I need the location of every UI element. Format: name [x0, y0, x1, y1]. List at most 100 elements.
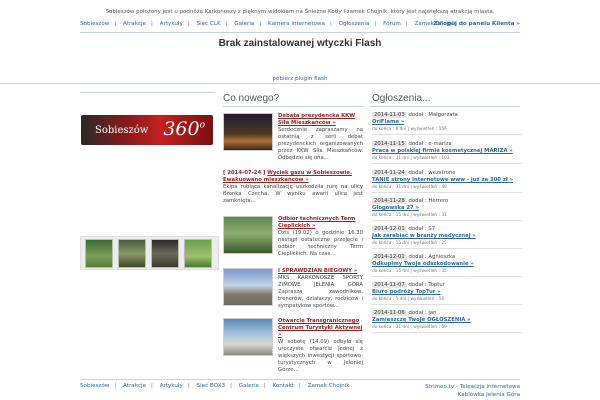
ad-item: 2014-11-06 dodał : jan Zamieszczę Twoje …: [372, 310, 522, 333]
footer-nav-atrakcje[interactable]: Atrakcje: [123, 383, 146, 389]
ad-title[interactable]: Praca w polskiej firmie kosmetycznej MAR…: [372, 148, 522, 155]
ad-author: dodał : Herrero: [408, 198, 449, 204]
ad-stats: do końca : 31 dni | wyświetleń : 49: [372, 184, 522, 193]
ad-date: 2014-11-15: [372, 141, 407, 147]
ad-item: 2014-11-24 dodał : wezstrone TANIE stron…: [372, 170, 522, 193]
footer-separator: |: [151, 383, 153, 389]
news-image-4[interactable]: [223, 318, 273, 356]
news-image-2[interactable]: [223, 216, 273, 254]
ad-stats: do końca : 15 dni | wyświetleń : 31: [372, 212, 522, 221]
ad-author: dodał : Małgorzata: [408, 112, 458, 118]
footer-separator: |: [263, 383, 266, 389]
footer-nav-siec-box3[interactable]: Sieć BOX3: [197, 383, 226, 389]
footer-strimeo-link[interactable]: Strimeo.tv - Telewizja internetowa: [425, 383, 520, 391]
footer-nav-sobieszow[interactable]: Sobieszów: [80, 383, 109, 389]
ad-date: 2014-11-28: [372, 198, 407, 204]
ads-heading: Ogłoszenia...: [372, 93, 431, 104]
news-item: [ 2014-07-24 ] Wyciek gazu w Sobieszowie…: [223, 170, 363, 205]
nav-separator: |: [225, 21, 228, 27]
ads-divider: [370, 106, 520, 107]
flash-download-link-row: pobierz plugin flash: [0, 76, 600, 84]
news-body: W sobotę (14.09) odbyło się uroczyste ot…: [278, 339, 363, 373]
ad-stats: do końca : 15 dni | wyświetleń : 25: [372, 240, 522, 249]
ad-author: dodał : Agnieszka: [408, 254, 456, 260]
ad-date: 2014-12-01: [372, 226, 407, 232]
ad-stats: do końca : 8 dni | wyświetleń : 156: [372, 126, 522, 135]
flash-download-link[interactable]: pobierz plugin flash: [272, 76, 327, 82]
footer-separator: |: [114, 383, 117, 389]
panorama-360-banner[interactable]: Sobieszów 360o: [81, 115, 213, 145]
ad-author: dodał : jan: [408, 310, 437, 316]
nav-separator: |: [187, 21, 190, 27]
ad-title[interactable]: Jak zarabiać w branży medycznej »: [372, 233, 522, 240]
nav-artykuly[interactable]: Artykuły: [160, 21, 183, 27]
ad-date: 2014-12-01: [372, 254, 407, 260]
news-title[interactable]: Debata prezydencka KKW Siła Mieszkańców …: [278, 113, 363, 127]
news-item: Odbiór technicznych Term Cieplickich » D…: [278, 216, 363, 258]
ad-author: dodał : Toptur: [408, 282, 445, 288]
gallery-thumb-2[interactable]: [118, 239, 146, 268]
news-title[interactable]: Otwarcie Transgranicznego Centrum Turyst…: [278, 318, 363, 339]
gallery-thumb-1[interactable]: [85, 239, 113, 268]
site-tagline: Sobieszów położony jest u podnóża Karkon…: [105, 9, 495, 15]
ad-item: 2014-11-28 dodał : Herrero Głogowska 27 …: [372, 198, 522, 221]
ad-stats: do końca : 31 dni | wyświetleń : 59: [372, 324, 522, 333]
gallery-thumb-4[interactable]: [184, 239, 212, 268]
nav-separator: |: [151, 21, 153, 27]
nav-forum[interactable]: Forum: [383, 21, 401, 27]
gallery-thumb-3[interactable]: [151, 239, 179, 268]
login-link[interactable]: Zaloguj do panelu Klienta »: [433, 21, 520, 27]
footer-kablowka-link[interactable]: Kablówka Jelenia Góra: [425, 391, 520, 399]
nav-separator: |: [259, 21, 262, 27]
nav-siec-clk[interactable]: Sieć CLK: [197, 21, 221, 27]
footer-divider: [80, 379, 520, 380]
ad-stats: do końca : 31 dni | wyświetleń : 103: [372, 155, 522, 164]
ad-stats: do końca : 15 dni | wyświetleń : 35: [372, 268, 522, 277]
ad-item: 2014-11-07 dodał : Toptur Biuro podróży …: [372, 282, 522, 305]
news-body: Dziś (19.02) o godzinie 16.30 nastąpi os…: [278, 230, 363, 257]
footer-separator: |: [187, 383, 190, 389]
ad-date: 2014-11-07: [372, 282, 407, 288]
banner-city: Sobieszów: [95, 125, 149, 136]
ad-author: dodał : wezstrone: [408, 170, 456, 176]
news-item: I SPRAWDZIAN BIEGOWY » MKS KARKONOSZE SP…: [278, 268, 363, 310]
footer-nav-galeria[interactable]: Galeria: [239, 383, 259, 389]
footer-nav-zamek-chojnik[interactable]: Zamek Chojnik: [308, 383, 350, 389]
footer-separator: |: [230, 383, 232, 389]
footer-nav-artykuly[interactable]: Artykuły: [160, 383, 183, 389]
news-image-1[interactable]: [223, 113, 273, 151]
banner-360-label: 360o: [163, 118, 205, 140]
flash-missing-message: Brak zainstalowanej wtyczki Flash: [218, 38, 382, 49]
news-divider: [223, 106, 363, 107]
ad-title[interactable]: Głogowska 27 »: [372, 205, 522, 212]
nav-separator: |: [374, 21, 377, 27]
news-heading: Co nowego?: [223, 93, 280, 104]
nav-separator: |: [329, 21, 332, 27]
nav-kamera[interactable]: Kamera internetowa: [268, 21, 325, 27]
ad-title[interactable]: TANIE strony internetowe www - już za 30…: [372, 177, 522, 184]
ad-item: 2014-12-01 dodał : S7 Jak zarabiać w bra…: [372, 226, 522, 249]
ad-title[interactable]: OriFlame »: [372, 119, 522, 126]
ad-item: 2014-12-01 dodał : Agnieszka Odkupimy Tw…: [372, 254, 522, 277]
ad-author: dodał : S7: [408, 226, 436, 232]
ad-title[interactable]: Odkupimy Twoje odszkodowanie »: [372, 261, 522, 268]
nav-sobieszow[interactable]: Sobieszów: [80, 21, 109, 27]
footer-nav-kontakt[interactable]: Kontakt: [272, 383, 293, 389]
ad-title[interactable]: Biuro podróży TopTur »: [372, 289, 522, 296]
news-title[interactable]: I SPRAWDZIAN BIEGOWY »: [278, 268, 363, 275]
news-image-3[interactable]: [223, 268, 273, 306]
news-item: Otwarcie Transgranicznego Centrum Turyst…: [278, 318, 363, 374]
ad-title[interactable]: Zamieszczę Twoje OGŁOSZENIA »: [372, 317, 522, 324]
top-navigation: Sobieszów | Atrakcje | Artykuły | Sieć CLK |…: [80, 21, 520, 33]
news-date: [ 2014-07-24 ]: [223, 170, 266, 176]
nav-ogloszenia[interactable]: Ogłoszenia: [339, 21, 370, 27]
left-divider: [80, 92, 215, 93]
gallery-thumbnails: [80, 236, 219, 270]
footer-separator: |: [298, 383, 301, 389]
nav-atrakcje[interactable]: Atrakcje: [123, 21, 146, 27]
news-title[interactable]: Odbiór technicznych Term Cieplickich »: [278, 216, 363, 230]
nav-separator: |: [405, 21, 408, 27]
nav-galeria[interactable]: Galeria: [234, 21, 254, 27]
ad-date: 2014-11-24: [372, 170, 407, 176]
ad-item: 2014-11-03 dodał : Małgorzata OriFlame »…: [372, 112, 522, 135]
